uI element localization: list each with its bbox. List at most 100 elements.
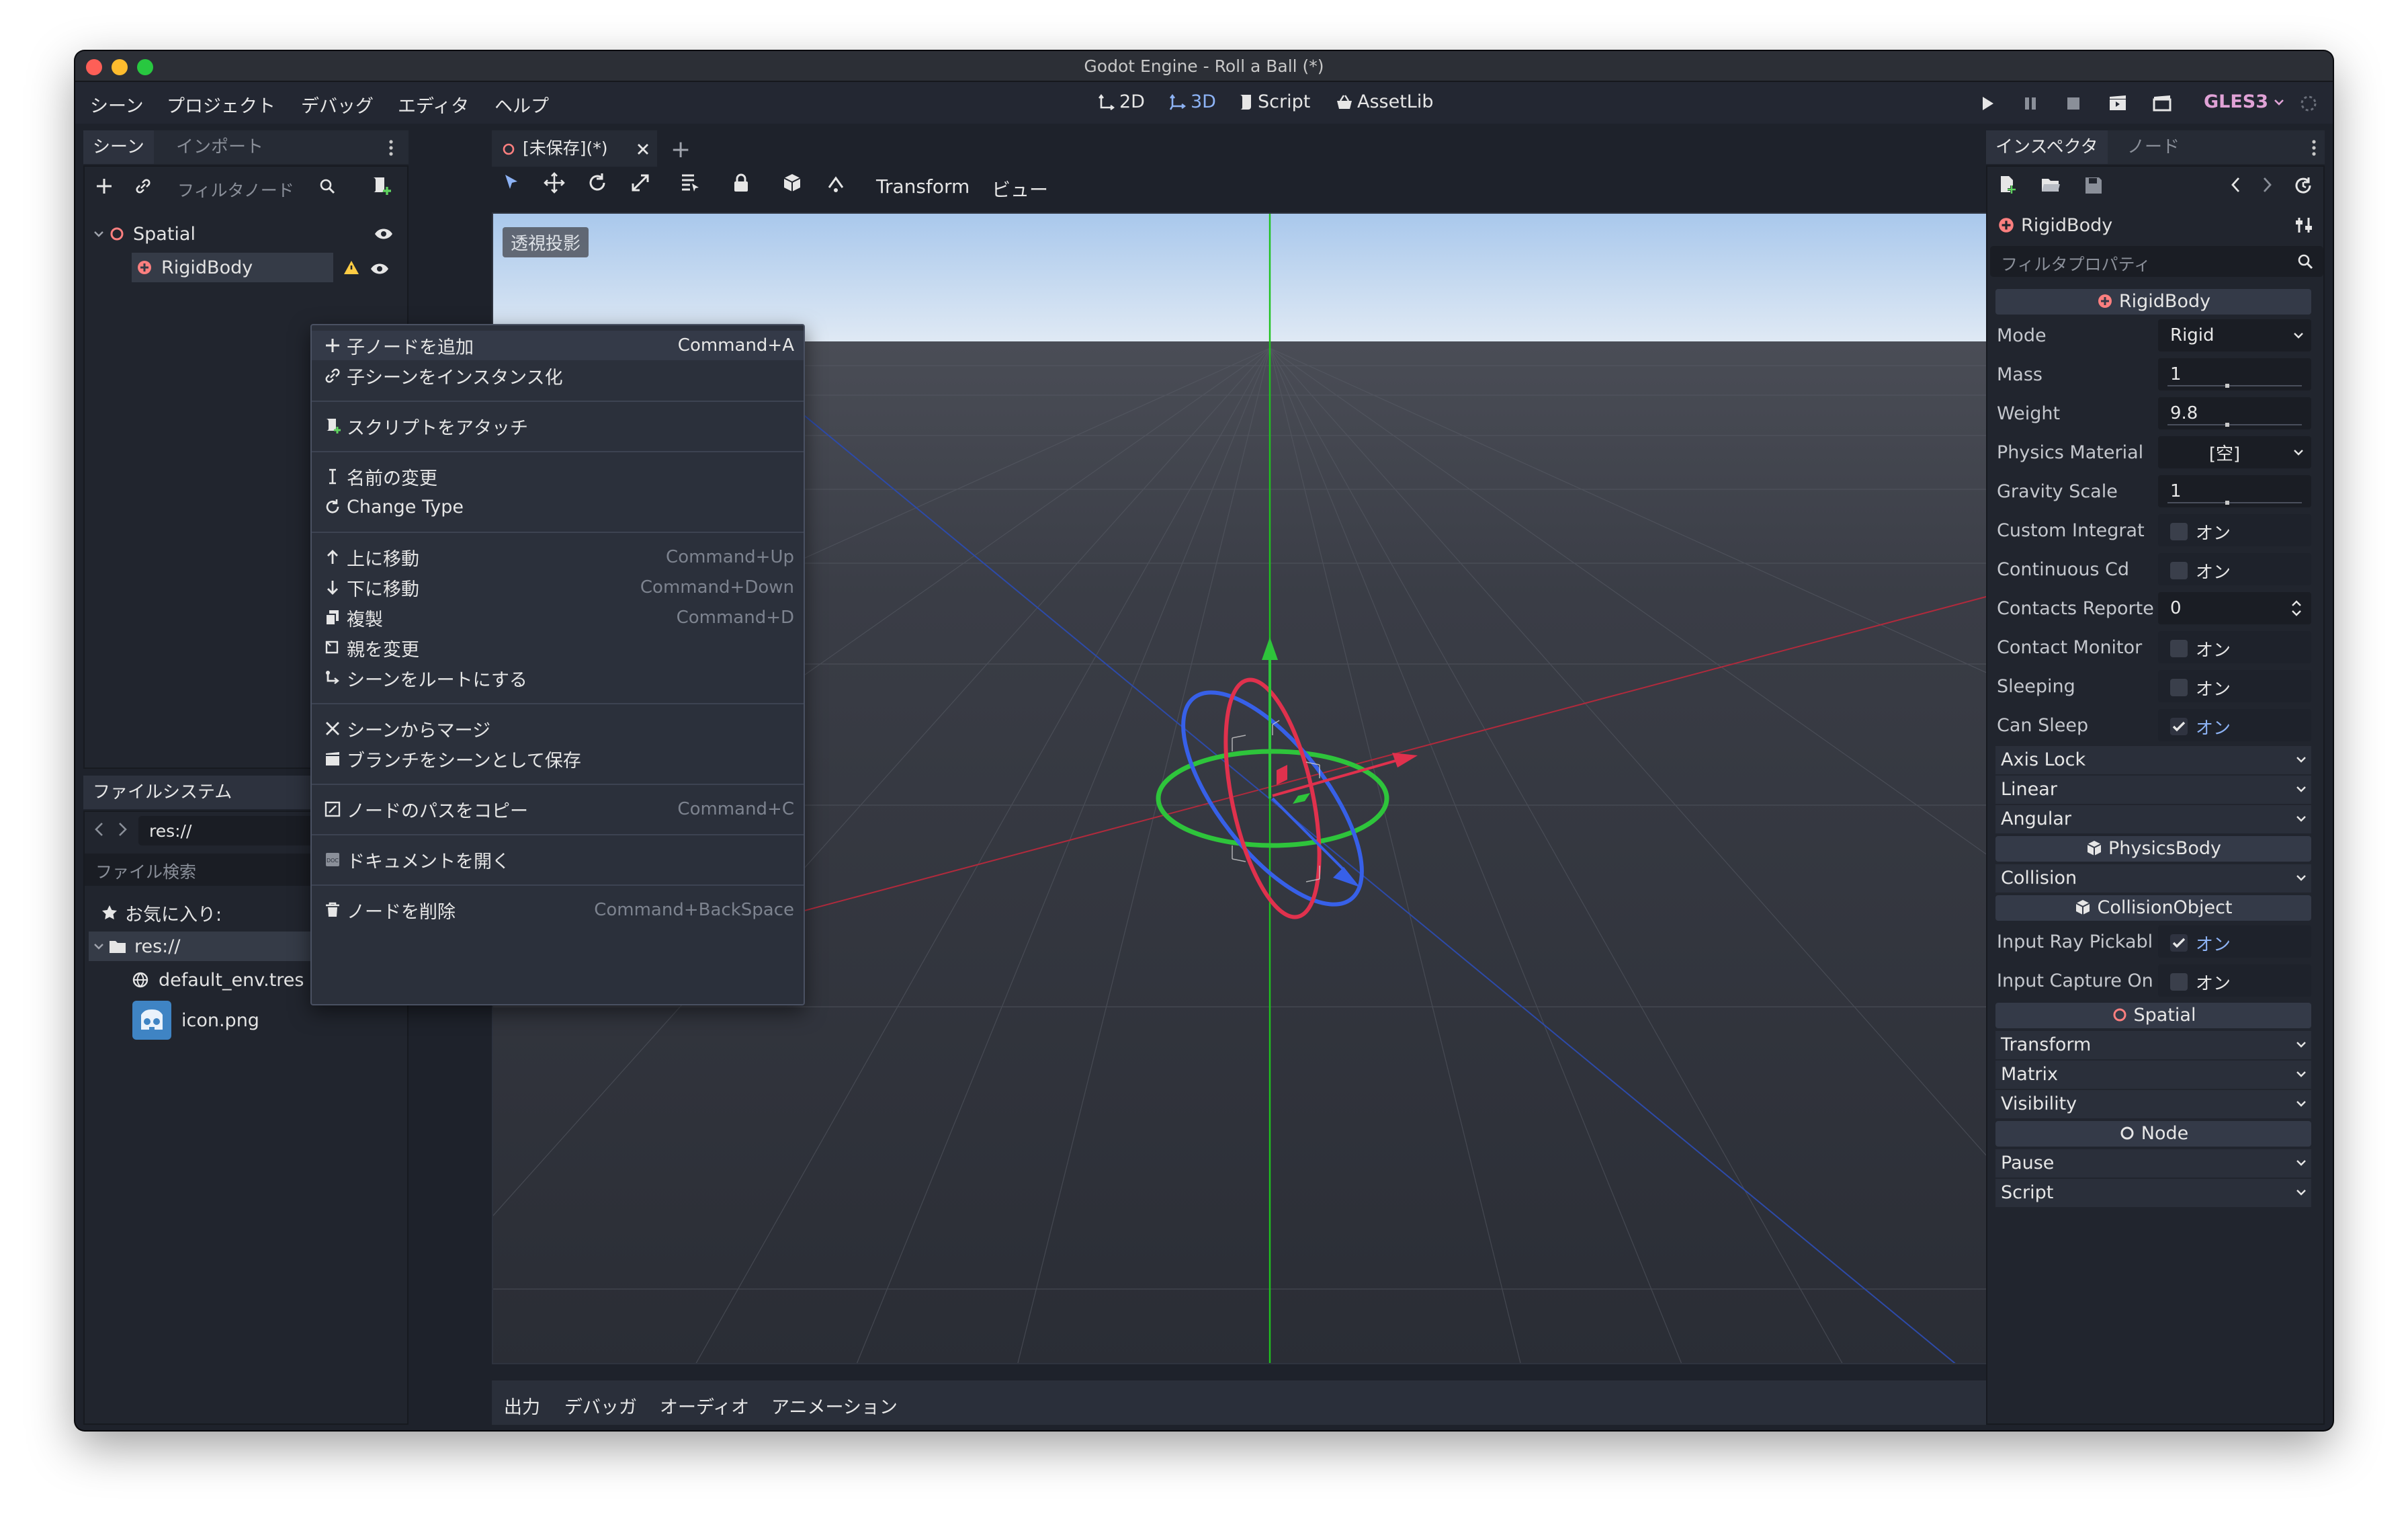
context-menu-item[interactable]: 子シーンをインスタンス化: [312, 361, 804, 390]
file-row-icon-png[interactable]: icon.png: [132, 1000, 400, 1040]
warning-icon[interactable]: [343, 259, 360, 276]
property-select[interactable]: Rigid: [2158, 319, 2311, 351]
tree-row-spatial[interactable]: Spatial: [89, 219, 404, 249]
tab-inspector[interactable]: インスペクタ: [1986, 130, 2108, 164]
inspector-group[interactable]: Visibility: [1995, 1090, 2311, 1118]
checkbox-box[interactable]: [2170, 934, 2188, 952]
chevron-right-icon[interactable]: [116, 821, 129, 837]
inspector-section-header[interactable]: PhysicsBody: [1995, 836, 2311, 862]
checkbox-box[interactable]: [2170, 679, 2188, 696]
property-slider[interactable]: 1: [2158, 358, 2311, 390]
context-menu-item[interactable]: ノードを削除 Command+BackSpace: [312, 895, 804, 925]
inspector-section-header[interactable]: Node: [1995, 1121, 2311, 1147]
mode-3d-button[interactable]: 3D: [1169, 91, 1216, 112]
tab-unsaved-scene[interactable]: [未保存](*): [492, 130, 657, 167]
inspector-group[interactable]: Angular: [1995, 805, 2311, 833]
checkbox-box[interactable]: [2170, 523, 2188, 540]
context-menu-item[interactable]: DOC ドキュメントを開く: [312, 845, 804, 874]
property-checkbox[interactable]: オン: [2158, 709, 2311, 741]
visibility-eye-icon[interactable]: [370, 261, 390, 277]
context-menu-item[interactable]: シーンをルートにする: [312, 663, 804, 693]
open-folder-icon[interactable]: [2041, 176, 2061, 194]
inspector-section-header[interactable]: CollisionObject: [1995, 895, 2311, 921]
menu-project[interactable]: プロジェクト: [167, 91, 275, 118]
mode-script-button[interactable]: Script: [1238, 91, 1310, 112]
context-menu-item[interactable]: 下に移動 Command+Down: [312, 573, 804, 602]
inspector-group[interactable]: Matrix: [1995, 1061, 2311, 1089]
pause-icon[interactable]: [2020, 93, 2041, 114]
context-menu-item[interactable]: ノードのパスをコピー Command+C: [312, 794, 804, 824]
object-history-icon[interactable]: [2294, 176, 2313, 195]
close-icon[interactable]: [636, 142, 650, 157]
group-icon[interactable]: [781, 171, 804, 194]
attach-script-icon[interactable]: [370, 175, 392, 198]
play-icon[interactable]: [1977, 93, 1998, 114]
new-resource-icon[interactable]: [1998, 175, 2017, 195]
spin-arrows-icon[interactable]: [2290, 599, 2303, 618]
context-menu-item[interactable]: 複製 Command+D: [312, 603, 804, 632]
snap-icon[interactable]: [825, 171, 848, 194]
tools-icon[interactable]: [2294, 215, 2314, 235]
property-filter-input[interactable]: フィルタプロパティ: [1990, 246, 2323, 277]
tab-scene[interactable]: シーン: [83, 130, 154, 164]
add-tab-button[interactable]: +: [671, 136, 691, 163]
inspector-group[interactable]: Collision: [1995, 864, 2311, 893]
property-resource[interactable]: [空]: [2158, 436, 2311, 468]
tab-import[interactable]: インポート: [167, 130, 273, 164]
property-checkbox[interactable]: オン: [2158, 514, 2311, 546]
inspector-group[interactable]: Pause: [1995, 1149, 2311, 1177]
property-checkbox[interactable]: オン: [2158, 553, 2311, 585]
play-scene-icon[interactable]: [2107, 93, 2128, 114]
tab-debugger[interactable]: デバッガ: [564, 1393, 637, 1419]
collapse-arrow-icon[interactable]: [93, 228, 105, 240]
menu-debug[interactable]: デバッグ: [301, 91, 374, 118]
context-menu-item[interactable]: 名前の変更: [312, 462, 804, 491]
inspector-section-header[interactable]: RigidBody: [1995, 289, 2311, 315]
menu-scene[interactable]: シーン: [90, 91, 144, 118]
play-custom-scene-icon[interactable]: [2151, 93, 2173, 114]
property-checkbox[interactable]: オン: [2158, 670, 2311, 702]
checkbox-box[interactable]: [2170, 718, 2188, 735]
history-back-icon[interactable]: [2229, 176, 2241, 194]
scale-tool-icon[interactable]: [629, 171, 652, 194]
collapse-arrow-icon[interactable]: [93, 940, 105, 952]
list-select-icon[interactable]: [679, 171, 701, 194]
context-menu-item[interactable]: シーンからマージ: [312, 714, 804, 743]
transform-menu[interactable]: Transform: [876, 175, 970, 198]
property-checkbox[interactable]: オン: [2158, 631, 2311, 663]
context-menu-item[interactable]: Change Type: [312, 492, 804, 522]
mode-2d-button[interactable]: 2D: [1098, 91, 1145, 112]
chevron-left-icon[interactable]: [93, 821, 106, 837]
stop-icon[interactable]: [2063, 93, 2084, 114]
checkbox-box[interactable]: [2170, 973, 2188, 991]
select-tool-icon[interactable]: [500, 171, 523, 194]
context-menu-item[interactable]: 親を変更: [312, 633, 804, 663]
checkbox-box[interactable]: [2170, 562, 2188, 579]
lock-icon[interactable]: [730, 171, 752, 194]
context-menu-item[interactable]: スクリプトをアタッチ: [312, 411, 804, 441]
inspector-group[interactable]: Axis Lock: [1995, 746, 2311, 774]
more-menu-icon[interactable]: [2310, 138, 2318, 157]
inspector-group[interactable]: Transform: [1995, 1031, 2311, 1059]
property-checkbox[interactable]: オン: [2158, 925, 2311, 958]
property-slider[interactable]: 1: [2158, 475, 2311, 507]
tree-row-rigidbody[interactable]: RigidBody: [132, 253, 333, 282]
visibility-eye-icon[interactable]: [374, 226, 394, 242]
context-menu-item[interactable]: ブランチをシーンとして保存: [312, 744, 804, 774]
view-menu[interactable]: ビュー: [992, 175, 1048, 202]
property-spinbox[interactable]: 0: [2158, 592, 2311, 624]
move-tool-icon[interactable]: [543, 171, 566, 194]
instance-link-icon[interactable]: [133, 176, 153, 196]
context-menu-item[interactable]: 上に移動 Command+Up: [312, 542, 804, 572]
renderer-select[interactable]: GLES3: [2204, 91, 2286, 112]
tab-animation[interactable]: アニメーション: [771, 1393, 898, 1419]
tab-output[interactable]: 出力: [504, 1393, 540, 1419]
tab-audio[interactable]: オーディオ: [660, 1393, 749, 1419]
menu-editor[interactable]: エディタ: [398, 91, 469, 118]
perspective-button[interactable]: 透視投影: [503, 227, 589, 257]
inspector-section-header[interactable]: Spatial: [1995, 1003, 2311, 1028]
add-node-icon[interactable]: [94, 176, 114, 196]
menu-help[interactable]: ヘルプ: [494, 91, 549, 118]
node-filter-input[interactable]: フィルタノード: [167, 172, 341, 200]
checkbox-box[interactable]: [2170, 640, 2188, 657]
